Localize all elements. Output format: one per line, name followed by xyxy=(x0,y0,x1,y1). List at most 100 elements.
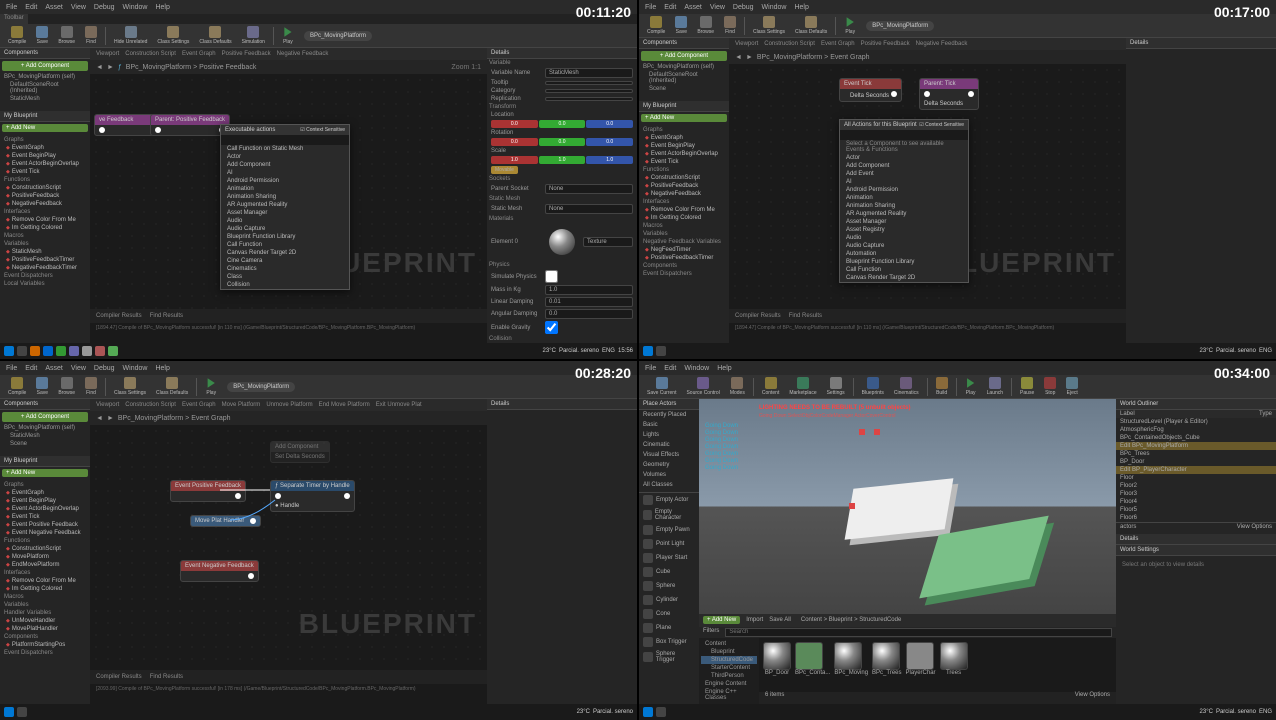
scale-vec[interactable]: 1.01.01.0 xyxy=(487,155,637,165)
ctx-item[interactable]: Add Component xyxy=(221,161,349,169)
pa-cat[interactable]: Recently Placed xyxy=(639,410,699,420)
class-defaults-button[interactable]: Class Defaults xyxy=(791,14,831,37)
node-mph[interactable]: Move Plat Handler xyxy=(190,515,261,527)
class-settings-button[interactable]: Class Settings xyxy=(153,24,193,47)
ctx-item[interactable]: Add Component xyxy=(840,162,968,170)
event-item[interactable]: Event BeginPlay xyxy=(2,497,88,505)
ctx-item[interactable]: Audio xyxy=(840,234,968,242)
event-item[interactable]: Event ActorBeginOverlap xyxy=(641,150,727,158)
component-root[interactable]: BPc_MovingPlatform (self) xyxy=(0,73,90,81)
cinematics-button[interactable]: Cinematics xyxy=(890,375,923,398)
func-item[interactable]: ConstructionScript xyxy=(2,184,88,192)
save-button[interactable]: Save xyxy=(671,14,691,37)
ctx-item[interactable]: Android Permission xyxy=(221,177,349,185)
pa-item[interactable]: Point Light xyxy=(639,537,699,551)
find-button[interactable]: Find xyxy=(720,14,740,37)
tab-viewport[interactable]: Viewport xyxy=(96,402,119,408)
add-component-button[interactable]: + Add Component xyxy=(2,412,88,422)
find-button[interactable]: Find xyxy=(81,375,101,398)
cb-folder[interactable]: Engine Content xyxy=(701,680,757,688)
pa-cat[interactable]: All Classes xyxy=(639,480,699,490)
tooltip-field[interactable] xyxy=(545,81,633,85)
app-icon[interactable] xyxy=(69,346,79,356)
out-item[interactable]: Floor xyxy=(1116,474,1276,482)
asset-thumb[interactable] xyxy=(795,642,823,670)
var-item[interactable]: PlatformStartingPos xyxy=(2,641,88,649)
iface-item[interactable]: Remove Color From Me xyxy=(2,577,88,585)
ctx-item[interactable]: Animation Sharing xyxy=(221,193,349,201)
pa-item[interactable]: Cube xyxy=(639,565,699,579)
save-button[interactable]: Save xyxy=(32,24,52,47)
ctx-item[interactable]: Audio Capture xyxy=(221,225,349,233)
input-pin[interactable] xyxy=(275,493,281,499)
var-item[interactable]: UnMoveHandler xyxy=(2,617,88,625)
node-parent-pf[interactable]: Parent: Positive Feedback xyxy=(150,114,230,136)
app-icon[interactable] xyxy=(43,346,53,356)
ctx-item[interactable]: Call Function on Static Mesh xyxy=(221,145,349,153)
class-defaults-button[interactable]: Class Defaults xyxy=(195,24,235,47)
output-pin[interactable] xyxy=(891,91,897,97)
pa-item[interactable]: Empty Pawn xyxy=(639,523,699,537)
sim-check[interactable] xyxy=(545,270,558,283)
tray-lang[interactable]: ENG xyxy=(602,348,615,354)
tab-endmove[interactable]: End Move Platform xyxy=(319,402,370,408)
tab-moveplatform[interactable]: Move Platform xyxy=(222,402,261,408)
filters-button[interactable]: Filters xyxy=(703,628,719,637)
pa-cat[interactable]: Volumes xyxy=(639,470,699,480)
tab-unmove[interactable]: Unmove Platform xyxy=(266,402,312,408)
func-item[interactable]: PositiveFeedback xyxy=(2,192,88,200)
compile-button[interactable]: Compile xyxy=(4,375,30,398)
eject-button[interactable]: Eject xyxy=(1062,375,1082,398)
mass-field[interactable]: 1.0 xyxy=(545,285,633,295)
white-cube[interactable] xyxy=(845,478,954,539)
out-item[interactable]: AtmosphericFog xyxy=(1116,426,1276,434)
app-icon[interactable] xyxy=(82,346,92,356)
menu-edit[interactable]: Edit xyxy=(664,4,676,11)
view-options-button[interactable]: View Options xyxy=(1075,692,1110,704)
ctx-item[interactable]: Actor xyxy=(840,154,968,162)
launch-button[interactable]: Launch xyxy=(983,375,1007,398)
menu-edit[interactable]: Edit xyxy=(25,365,37,372)
context-sensitive-check[interactable]: ☑ Context Sensitive xyxy=(919,122,964,128)
material-sphere-icon[interactable] xyxy=(549,229,575,255)
event-item[interactable]: Event BeginPlay xyxy=(2,152,88,160)
modes-button[interactable]: Modes xyxy=(726,375,749,398)
tab[interactable]: Toolbar xyxy=(0,14,28,24)
save-button[interactable]: Save Current xyxy=(643,375,680,398)
pa-cat[interactable]: Visual Effects xyxy=(639,450,699,460)
output-pin[interactable] xyxy=(248,573,254,579)
nav-back-icon[interactable]: ◄ xyxy=(96,64,103,71)
breadcrumb-path[interactable]: BPc_MovingPlatform > Positive Feedback xyxy=(126,64,257,71)
menu-window[interactable]: Window xyxy=(123,4,148,11)
socket-field[interactable]: None xyxy=(545,184,633,194)
ctx-item[interactable]: Animation Sharing xyxy=(840,202,968,210)
cb-addnew-button[interactable]: + Add New xyxy=(703,616,740,624)
pa-item[interactable]: Plane xyxy=(639,621,699,635)
browse-button[interactable]: Browse xyxy=(693,14,718,37)
graph-canvas[interactable]: BLUEPRINT ve Feedback Parent: Positive F… xyxy=(90,74,487,309)
func-item[interactable]: ConstructionScript xyxy=(2,545,88,553)
menu-window[interactable]: Window xyxy=(762,4,787,11)
app-icon[interactable] xyxy=(108,346,118,356)
out-item[interactable]: Floor4 xyxy=(1116,498,1276,506)
menu-window[interactable]: Window xyxy=(123,365,148,372)
tab-viewport[interactable]: Viewport xyxy=(735,41,758,47)
app-icon[interactable] xyxy=(30,346,40,356)
pa-cat[interactable]: Cinematic xyxy=(639,440,699,450)
class-settings-button[interactable]: Class Settings xyxy=(749,14,789,37)
varname-field[interactable]: StaticMesh xyxy=(545,68,633,78)
output-pin[interactable] xyxy=(99,127,105,133)
asset-thumb[interactable] xyxy=(763,642,791,670)
ctx-item[interactable]: Canvas Render Target 2D xyxy=(221,249,349,257)
col-type[interactable]: Type xyxy=(1259,411,1272,417)
nav-fwd-icon[interactable]: ► xyxy=(107,415,114,422)
stop-button[interactable]: Stop xyxy=(1040,375,1060,398)
iface-item[interactable]: Im Getting Colored xyxy=(2,224,88,232)
grav-check[interactable] xyxy=(545,321,558,334)
cb-search-input[interactable] xyxy=(725,628,1112,637)
rotation-vec[interactable]: 0.00.00.0 xyxy=(487,137,637,147)
ctx-item[interactable]: Add Event xyxy=(840,170,968,178)
func-item[interactable]: NegativeFeedback xyxy=(641,190,727,198)
pa-item[interactable]: Cylinder xyxy=(639,593,699,607)
cb-folder[interactable]: Engine C++ Classes xyxy=(701,688,757,702)
